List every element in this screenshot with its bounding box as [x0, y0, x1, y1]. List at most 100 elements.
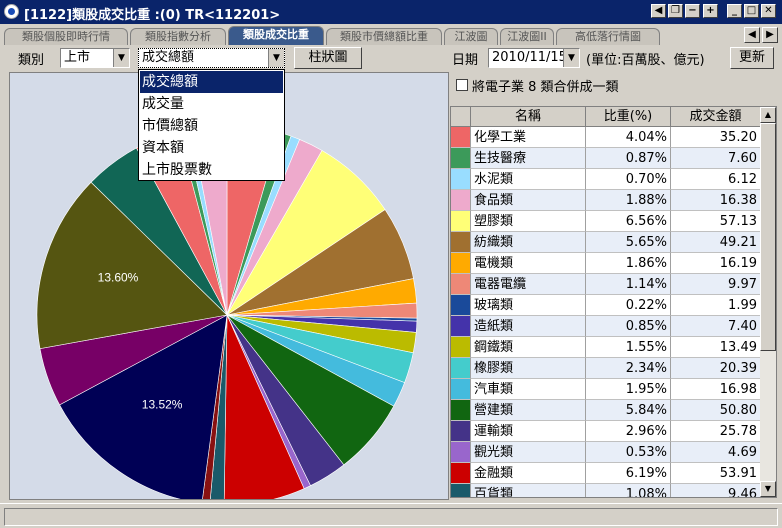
- bar-chart-button[interactable]: 柱狀圖: [294, 47, 362, 69]
- enlarge-button[interactable]: +: [703, 4, 718, 18]
- dropdown-option[interactable]: 成交總額: [140, 71, 283, 93]
- row-name: 觀光類: [471, 442, 586, 463]
- row-name: 食品類: [471, 190, 586, 211]
- color-swatch: [451, 211, 471, 232]
- row-pct: 1.08%: [586, 484, 671, 497]
- dropdown-option[interactable]: 上市股票數: [140, 159, 283, 181]
- table-row[interactable]: 電器電纜 1.14% 9.97: [451, 274, 761, 295]
- table-row[interactable]: 運輸類 2.96% 25.78: [451, 421, 761, 442]
- color-swatch: [451, 169, 471, 190]
- table-row[interactable]: 金融類 6.19% 53.91: [451, 463, 761, 484]
- row-amount: 9.46: [671, 484, 761, 497]
- dropdown-option[interactable]: 成交量: [140, 93, 283, 115]
- merge-checkbox[interactable]: [456, 79, 468, 91]
- chevron-down-icon[interactable]: ▼: [268, 49, 284, 67]
- row-amount: 1.99: [671, 295, 761, 316]
- tab-bar: 類股個股即時行情 類股指數分析 類股成交比重 類股市價總額比重 江波圖 江波圖I…: [0, 25, 782, 45]
- row-pct: 6.19%: [586, 463, 671, 484]
- tab-sector-realtime[interactable]: 類股個股即時行情: [4, 28, 128, 45]
- table-row[interactable]: 汽車類 1.95% 16.98: [451, 379, 761, 400]
- row-pct: 1.14%: [586, 274, 671, 295]
- chevron-down-icon[interactable]: ▼: [113, 49, 129, 67]
- row-pct: 0.22%: [586, 295, 671, 316]
- table-row[interactable]: 電機類 1.86% 16.19: [451, 253, 761, 274]
- table-row[interactable]: 紡織類 5.65% 49.21: [451, 232, 761, 253]
- table-row[interactable]: 觀光類 0.53% 4.69: [451, 442, 761, 463]
- minimize-button[interactable]: _: [727, 4, 742, 18]
- title-bar: [1122]類股成交比重 :(0) TR<112201> ◀ ❐ − + _ □…: [0, 0, 782, 24]
- merge-checkbox-label: 將電子業 8 類合併成一類: [472, 80, 619, 95]
- row-name: 化學工業: [471, 127, 586, 148]
- dropdown-option[interactable]: 資本額: [140, 137, 283, 159]
- table-row[interactable]: 水泥類 0.70% 6.12: [451, 169, 761, 190]
- tab-sector-volume-share[interactable]: 類股成交比重: [228, 26, 324, 45]
- color-swatch: [451, 127, 471, 148]
- table-row[interactable]: 塑膠類 6.56% 57.13: [451, 211, 761, 232]
- close-button[interactable]: ✕: [761, 4, 776, 18]
- row-pct: 0.85%: [586, 316, 671, 337]
- color-swatch: [451, 295, 471, 316]
- restore-layout-button[interactable]: ❐: [668, 4, 683, 18]
- refresh-button[interactable]: 更新: [730, 47, 774, 69]
- color-swatch: [451, 253, 471, 274]
- table-row[interactable]: 化學工業 4.04% 35.20: [451, 127, 761, 148]
- table-row[interactable]: 營建類 5.84% 50.80: [451, 400, 761, 421]
- scroll-down-icon[interactable]: ▼: [760, 481, 776, 497]
- color-swatch: [451, 484, 471, 497]
- table-row[interactable]: 百貨類 1.08% 9.46: [451, 484, 761, 497]
- row-amount: 20.39: [671, 358, 761, 379]
- row-name: 電機類: [471, 253, 586, 274]
- color-swatch: [451, 190, 471, 211]
- window-title: [1122]類股成交比重 :(0) TR<112201>: [24, 8, 281, 23]
- shrink-button[interactable]: −: [685, 4, 700, 18]
- row-pct: 1.86%: [586, 253, 671, 274]
- dropdown-option[interactable]: 市價總額: [140, 115, 283, 137]
- scroll-thumb[interactable]: [760, 123, 776, 351]
- row-pct: 0.53%: [586, 442, 671, 463]
- date-picker[interactable]: 2010/11/15 ▼: [488, 48, 580, 68]
- scroll-up-icon[interactable]: ▲: [760, 107, 776, 123]
- tab-sector-marketcap-share[interactable]: 類股市價總額比重: [326, 28, 442, 45]
- header-swatch: [451, 107, 471, 127]
- color-swatch: [451, 421, 471, 442]
- table-scrollbar[interactable]: ▲ ▼: [760, 107, 776, 497]
- tab-jiangbo-chart[interactable]: 江波圖: [444, 28, 498, 45]
- table-row[interactable]: 鋼鐵類 1.55% 13.49: [451, 337, 761, 358]
- color-swatch: [451, 400, 471, 421]
- header-amount[interactable]: 成交金額: [671, 107, 761, 127]
- color-swatch: [451, 274, 471, 295]
- market-select[interactable]: 上市 ▼: [60, 48, 130, 68]
- color-swatch: [451, 379, 471, 400]
- metric-select[interactable]: 成交總額 ▼: [138, 48, 285, 68]
- tab-sector-index[interactable]: 類股指數分析: [130, 28, 226, 45]
- tab-jiangbo-chart-2[interactable]: 江波圖II: [500, 28, 554, 45]
- metric-select-value: 成交總額: [142, 50, 195, 65]
- prev-window-button[interactable]: ◀: [651, 4, 666, 18]
- maximize-button[interactable]: □: [744, 4, 759, 18]
- row-amount: 9.97: [671, 274, 761, 295]
- table-row[interactable]: 食品類 1.88% 16.38: [451, 190, 761, 211]
- chevron-down-icon[interactable]: ▼: [563, 49, 579, 67]
- row-amount: 13.49: [671, 337, 761, 358]
- row-name: 玻璃類: [471, 295, 586, 316]
- row-name: 造紙類: [471, 316, 586, 337]
- header-name[interactable]: 名稱: [471, 107, 586, 127]
- tab-scroll-left-icon[interactable]: ◀: [744, 27, 760, 43]
- color-swatch: [451, 463, 471, 484]
- row-amount: 49.21: [671, 232, 761, 253]
- row-pct: 4.04%: [586, 127, 671, 148]
- row-amount: 16.19: [671, 253, 761, 274]
- row-amount: 16.98: [671, 379, 761, 400]
- status-panel: [4, 508, 778, 526]
- tab-scroll-right-icon[interactable]: ▶: [762, 27, 778, 43]
- header-pct[interactable]: 比重(%): [586, 107, 671, 127]
- table-row[interactable]: 生技醫療 0.87% 7.60: [451, 148, 761, 169]
- row-amount: 35.20: [671, 127, 761, 148]
- tab-high-low[interactable]: 高低落行情圖: [556, 28, 660, 45]
- table-row[interactable]: 玻璃類 0.22% 1.99: [451, 295, 761, 316]
- table-row[interactable]: 造紙類 0.85% 7.40: [451, 316, 761, 337]
- metric-dropdown-list: 成交總額 成交量 市價總額 資本額 上市股票數: [138, 69, 285, 181]
- color-swatch: [451, 232, 471, 253]
- row-name: 營建類: [471, 400, 586, 421]
- table-row[interactable]: 橡膠類 2.34% 20.39: [451, 358, 761, 379]
